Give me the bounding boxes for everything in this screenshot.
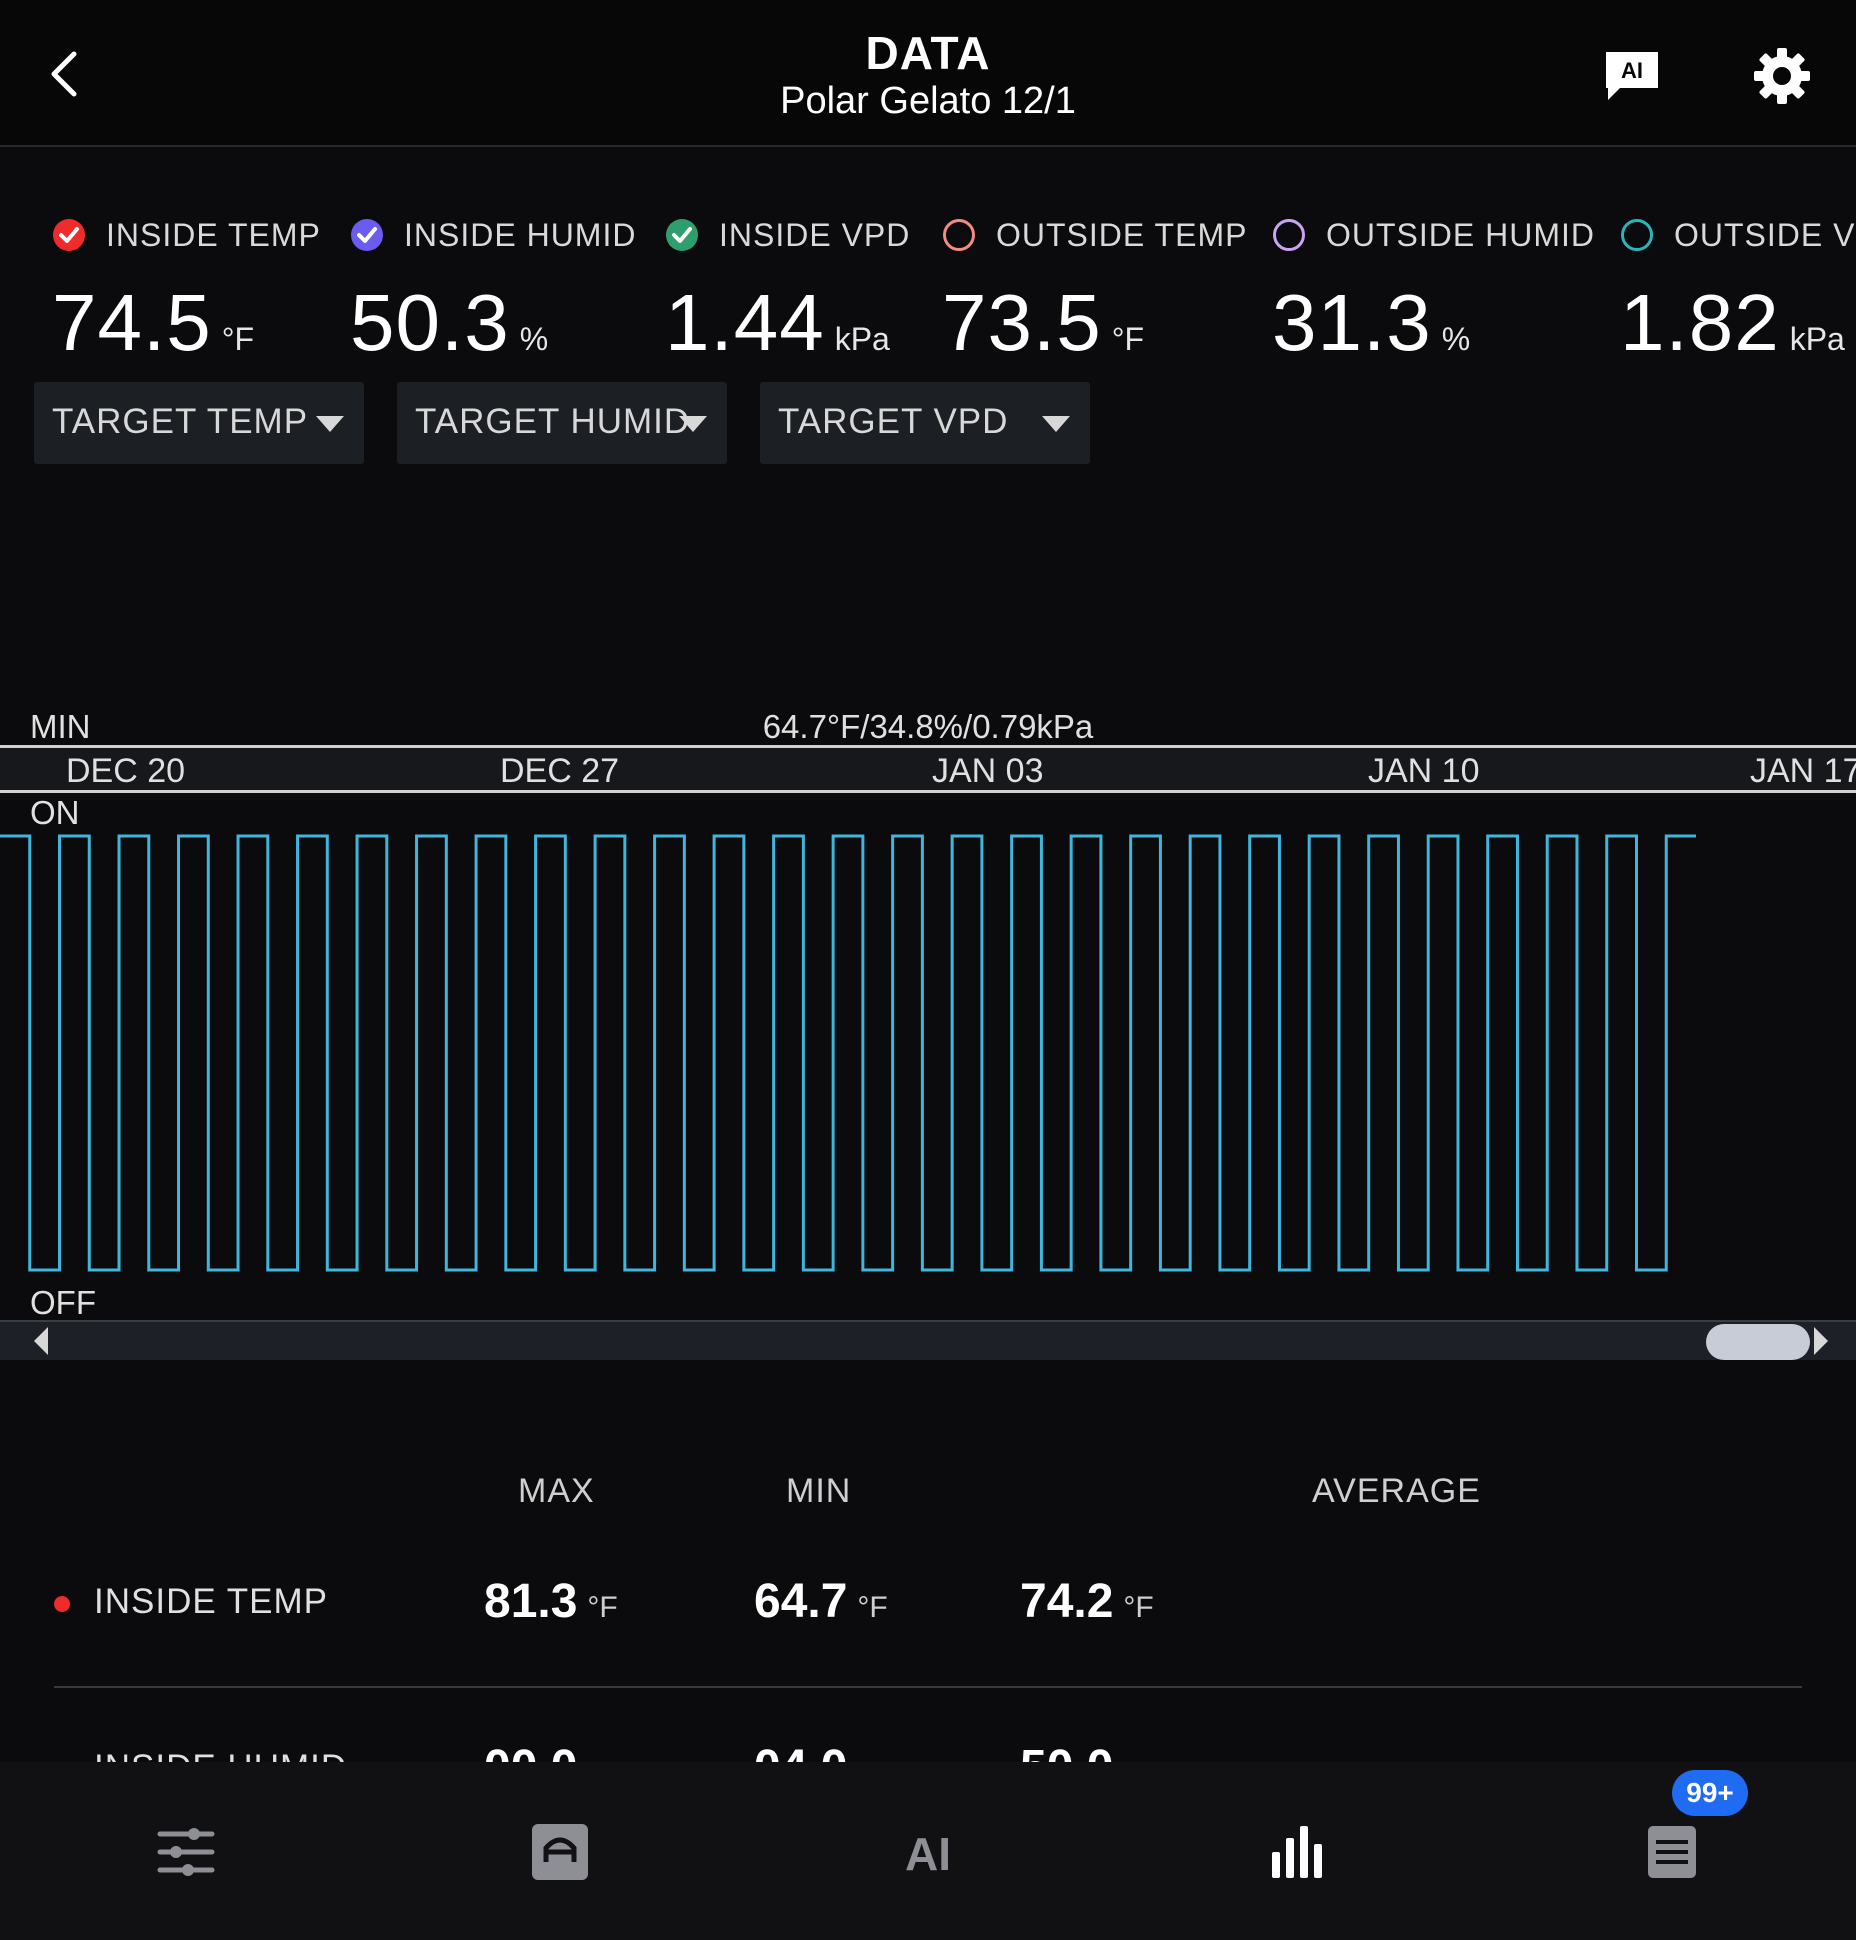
metric-outside-humid[interactable]: OUTSIDE HUMID 31.3% — [1272, 215, 1595, 369]
ai-chat-icon[interactable]: AI — [1602, 48, 1662, 102]
metric-outside-temp[interactable]: OUTSIDE TEMP 73.5 °F — [942, 215, 1247, 369]
svg-text:AI: AI — [905, 1828, 951, 1880]
x-tick-label: DEC 27 — [500, 752, 620, 790]
row-max: 81.3 °F — [484, 1575, 618, 1628]
col-header-min: MIN — [786, 1472, 852, 1510]
x-tick-label: JAN 10 — [1368, 752, 1480, 790]
target-humid-dropdown[interactable]: TARGET HUMID — [397, 382, 727, 464]
date-axis: DEC 20 DEC 27 JAN 03 JAN 10 JAN 17 — [0, 745, 1856, 793]
target-vpd-dropdown[interactable]: TARGET VPD — [760, 382, 1090, 464]
dropdown-label: TARGET TEMP — [52, 402, 309, 441]
page-title: DATA — [865, 27, 991, 79]
row-divider — [54, 1686, 1802, 1688]
metric-value: 31.3% — [1272, 278, 1471, 367]
metric-label: OUTSIDE TEMP — [996, 216, 1248, 253]
chart-scroll-track[interactable] — [0, 1320, 1856, 1360]
controls-icon[interactable] — [154, 1822, 218, 1882]
scroll-right-icon[interactable] — [1810, 1325, 1830, 1357]
dropdown-label: TARGET HUMID — [415, 402, 691, 441]
col-header-average: AVERAGE — [1312, 1472, 1481, 1510]
svg-text:AI: AI — [1621, 58, 1643, 83]
app-header: DATA Polar Gelato 12/1 AI — [0, 0, 1856, 147]
scroll-left-icon[interactable] — [32, 1325, 52, 1357]
y-tick-on: ON — [30, 794, 80, 831]
metric-inside-temp[interactable]: INSIDE TEMP 74.5 °F — [52, 215, 321, 369]
x-tick-label: JAN 17 — [1750, 752, 1856, 790]
device-name: Polar Gelato 12/1 — [780, 80, 1076, 122]
row-average: 74.2 °F — [1020, 1575, 1154, 1628]
metric-value: 73.5 °F — [942, 278, 1145, 367]
dropdown-label: TARGET VPD — [778, 402, 1009, 441]
unchecked-circle-icon[interactable] — [942, 218, 976, 252]
row-min: 64.7 °F — [754, 1575, 888, 1628]
caret-down-icon — [316, 416, 344, 432]
checked-circle-icon[interactable] — [350, 218, 384, 252]
data-icon[interactable] — [1266, 1822, 1330, 1882]
row-label: INSIDE TEMP — [94, 1582, 329, 1621]
caret-down-icon — [679, 416, 707, 432]
metric-inside-vpd[interactable]: INSIDE VPD 1.44 kPa — [665, 215, 910, 369]
metric-value: 74.5 °F — [52, 278, 255, 367]
metric-label: OUTSIDE VPD — [1674, 216, 1856, 253]
metric-inside-humid[interactable]: INSIDE HUMID 50.3% — [350, 215, 636, 369]
log-icon[interactable] — [1640, 1822, 1704, 1882]
checked-circle-icon[interactable] — [665, 218, 699, 252]
metric-label: INSIDE HUMID — [404, 216, 637, 253]
metric-value: 50.3% — [350, 278, 549, 367]
gear-icon[interactable] — [1752, 46, 1812, 106]
on-off-chart[interactable] — [0, 830, 1856, 1280]
checked-circle-icon[interactable] — [52, 218, 86, 252]
metric-value: 1.82 kPa — [1620, 278, 1845, 367]
y-tick-off: OFF — [30, 1284, 96, 1321]
metric-label: INSIDE VPD — [719, 216, 911, 253]
ai-icon[interactable]: AI — [896, 1822, 960, 1882]
target-temp-dropdown[interactable]: TARGET TEMP — [34, 382, 364, 464]
caret-down-icon — [1042, 416, 1070, 432]
metric-value: 1.44 kPa — [665, 278, 890, 367]
x-tick-label: JAN 03 — [932, 752, 1044, 790]
on-off-series-line — [0, 834, 1696, 1272]
notification-badge: 99+ — [1672, 1770, 1748, 1816]
chart-min-value: 64.7°F/34.8%/0.79kPa — [762, 708, 1094, 745]
x-tick-label: DEC 20 — [66, 752, 186, 790]
metric-label: INSIDE TEMP — [106, 216, 321, 253]
unchecked-circle-icon[interactable] — [1620, 218, 1654, 252]
unchecked-circle-icon[interactable] — [1272, 218, 1306, 252]
series-dot — [54, 1596, 70, 1612]
chart-scroll-thumb[interactable] — [1706, 1324, 1810, 1360]
device-icon[interactable] — [528, 1822, 592, 1882]
metric-outside-vpd[interactable]: OUTSIDE VPD 1.82kPa — [1620, 215, 1856, 369]
metric-label: OUTSIDE HUMID — [1326, 216, 1595, 253]
col-header-max: MAX — [518, 1472, 595, 1510]
